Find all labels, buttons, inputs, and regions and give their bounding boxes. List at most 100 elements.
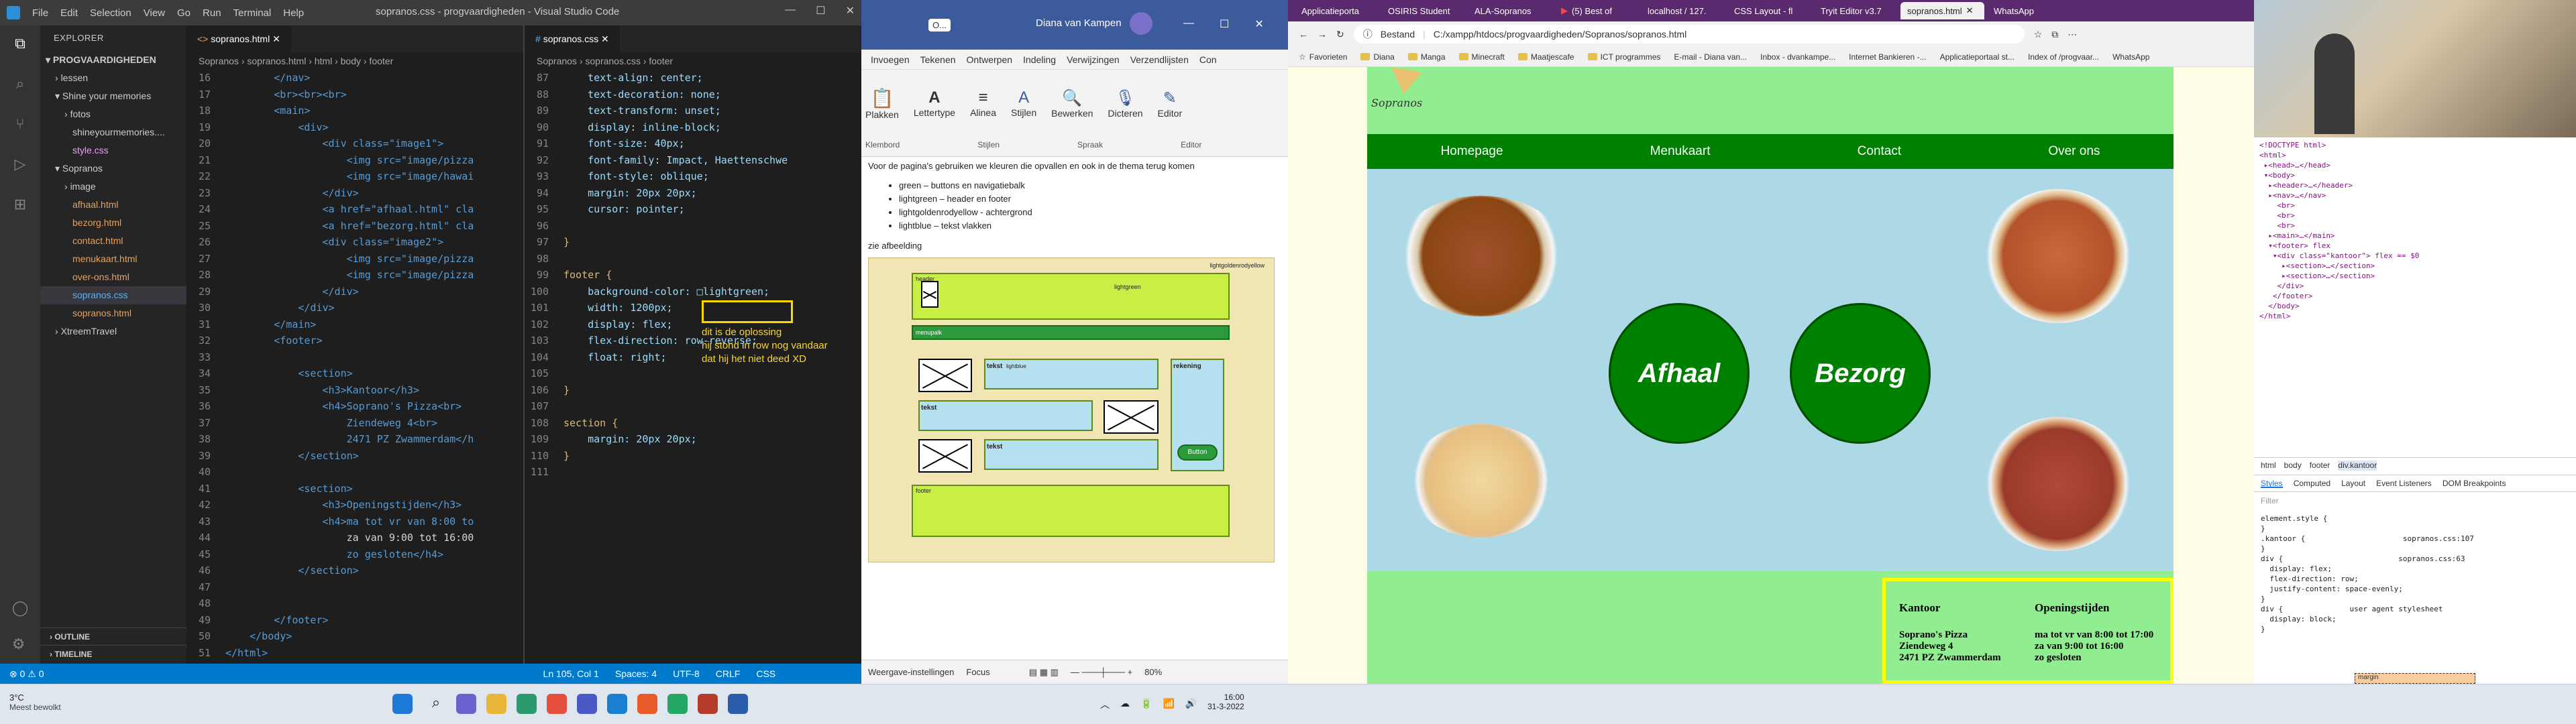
tab-computed[interactable]: Computed [2294, 479, 2330, 488]
tree-item-selected[interactable]: sopranos.css [40, 286, 186, 304]
code-line[interactable]: 26 <div class="image2"> [186, 234, 523, 251]
bookmark[interactable]: Inbox - dvankampe... [1760, 52, 1835, 62]
code-line[interactable]: 44 za van 9:00 tot 16:00 [186, 530, 523, 546]
vscode-icon[interactable] [607, 694, 627, 714]
code-line[interactable]: 43 <h4>ma tot vr van 8:00 to [186, 514, 523, 530]
encoding-status[interactable]: UTF-8 [673, 668, 700, 679]
browser-tab[interactable]: Tryit Editor v3.7 [1814, 2, 1898, 19]
code-line[interactable]: 89 text-transform: unset; [525, 103, 861, 119]
browser-tab[interactable]: WhatsApp [1987, 2, 2071, 19]
code-line[interactable]: 47 [186, 579, 523, 596]
code-line[interactable]: 91 font-size: 40px; [525, 135, 861, 152]
editor-button[interactable]: ✎ Editor [1158, 88, 1183, 119]
code-line[interactable]: 105 [525, 365, 861, 382]
tab-event-listeners[interactable]: Event Listeners [2376, 479, 2432, 488]
styles-filter-input[interactable]: Filter [2261, 496, 2462, 508]
paste-button[interactable]: 📋 Plakken [865, 87, 899, 120]
nav-homepage[interactable]: Homepage [1441, 144, 1503, 159]
bookmark[interactable]: Index of /progvaar... [2028, 52, 2099, 62]
code-line[interactable]: 34 <section> [186, 365, 523, 382]
code-line[interactable]: 50 </body> [186, 628, 523, 645]
code-line[interactable]: 92 font-family: Impact, Haettenschwe [525, 152, 861, 169]
code-line[interactable]: 106} [525, 382, 861, 399]
code-line[interactable]: 19 <div> [186, 119, 523, 136]
tree-item[interactable]: bezorg.html [40, 214, 186, 232]
code-line[interactable]: 96 [525, 218, 861, 235]
code-line[interactable]: 16 </nav> [186, 70, 523, 86]
tree-item[interactable]: › image [40, 178, 186, 196]
code-line[interactable]: 23 </div> [186, 185, 523, 202]
tab-ontwerpen[interactable]: Ontwerpen [967, 54, 1012, 65]
code-line[interactable]: 35 <h3>Kantoor</h3> [186, 382, 523, 399]
code-line[interactable]: 94 margin: 20px 20px; [525, 185, 861, 202]
code-line[interactable]: 109 margin: 20px 20px; [525, 431, 861, 448]
code-line[interactable]: 46 </section> [186, 562, 523, 579]
outline-section[interactable]: › OUTLINE [40, 627, 186, 645]
code-line[interactable]: 97} [525, 234, 861, 251]
extensions-icon[interactable]: ⊞ [14, 196, 26, 213]
code-line[interactable]: 33 [186, 349, 523, 366]
settings-gear-icon[interactable]: ⚙ [12, 636, 29, 653]
code-line[interactable]: 45 zo gesloten</h4> [186, 546, 523, 563]
code-line[interactable]: 40 [186, 464, 523, 481]
dom-tree[interactable]: <!DOCTYPE html> <html> ▸<head>…</head> ▾… [2254, 137, 2576, 452]
menu-file[interactable]: File [32, 7, 48, 19]
code-line[interactable]: 108 section { [525, 415, 861, 432]
bookmark[interactable]: Diana [1360, 52, 1395, 62]
refresh-icon[interactable]: ↻ [1336, 29, 1344, 40]
bookmark[interactable]: WhatsApp [2112, 52, 2149, 62]
tree-item[interactable]: › fotos [40, 105, 186, 123]
tab-tekenen[interactable]: Tekenen [920, 54, 956, 65]
tab-verzendlijsten[interactable]: Verzendlijsten [1130, 54, 1189, 65]
bookmark[interactable]: Maatjescafe [1517, 52, 1574, 62]
language-status[interactable]: CSS [756, 668, 775, 679]
bookmark[interactable]: Internet Bankieren -... [1849, 52, 1926, 62]
close-icon[interactable]: ✕ [846, 4, 855, 17]
code-line[interactable]: 21 <img src="image/pizza [186, 152, 523, 169]
browser-tab[interactable]: ▶ (5) Best of [1554, 2, 1638, 19]
edit-button[interactable]: 🔍 Bewerken [1051, 88, 1093, 119]
crumb-selected[interactable]: div.kantoor [2338, 461, 2377, 471]
code-line[interactable]: 99 footer { [525, 267, 861, 284]
menu-selection[interactable]: Selection [90, 7, 131, 19]
browser-tab[interactable]: CSS Layout - fl [1727, 2, 1811, 19]
code-line[interactable]: 29 </div> [186, 284, 523, 300]
search-icon[interactable]: ⌕ [16, 75, 24, 93]
code-line[interactable]: 49 </footer> [186, 612, 523, 629]
code-line[interactable]: 93 font-style: oblique; [525, 168, 861, 185]
teams-icon[interactable] [456, 694, 476, 714]
code-line[interactable]: 95 cursor: pointer; [525, 201, 861, 218]
whatsapp-icon[interactable] [667, 694, 688, 714]
code-line[interactable]: 42 <h3>Openingstijden</h3> [186, 497, 523, 514]
nav-menukaart[interactable]: Menukaart [1650, 144, 1711, 159]
code-line[interactable]: 30 </div> [186, 300, 523, 316]
tree-item[interactable]: style.css [40, 141, 186, 160]
xampp-icon[interactable] [637, 694, 657, 714]
address-bar[interactable]: ⓘ Bestand | C:/xampp/htdocs/progvaardigh… [1353, 25, 2025, 44]
source-control-icon[interactable]: ⑂ [15, 115, 24, 133]
problems-status[interactable]: ⊗ 0 ⚠ 0 [9, 668, 44, 680]
focus-button[interactable]: Focus [966, 667, 989, 677]
maximize-icon[interactable]: ☐ [1220, 17, 1229, 31]
bezorg-button[interactable]: Bezorg [1790, 303, 1931, 444]
tab-sopranos-css[interactable]: # sopranos.css ✕ [525, 25, 621, 52]
tab-styles[interactable]: Styles [2261, 479, 2283, 488]
tab-dom-breakpoints[interactable]: DOM Breakpoints [2443, 479, 2506, 488]
clock[interactable]: 16:00 31-3-2022 [1208, 692, 1244, 711]
crumb[interactable]: body [2284, 461, 2302, 471]
font-button[interactable]: A Lettertype [914, 88, 955, 118]
tab-verwijzingen[interactable]: Verwijzingen [1067, 54, 1120, 65]
edge-icon[interactable] [517, 694, 537, 714]
timeline-section[interactable]: › TIMELINE [40, 645, 186, 662]
code-line[interactable]: 98 [525, 251, 861, 267]
bookmark[interactable]: E-mail - Diana van... [1674, 52, 1747, 62]
tree-item[interactable]: shineyourmemories.... [40, 123, 186, 141]
code-line[interactable]: 100 background-color: □lightgreen; [525, 284, 861, 300]
nav-contact[interactable]: Contact [1858, 144, 1901, 159]
browser-tab[interactable]: localhost / 127. [1641, 2, 1725, 19]
workspace-root[interactable]: ▾ PROGVAARDIGHEDEN [40, 51, 186, 69]
bookmark[interactable]: ICT programmes [1587, 52, 1660, 62]
zoom-level[interactable]: 80% [1144, 667, 1162, 677]
code-line[interactable]: 28 <img src="image/pizza [186, 267, 523, 284]
nav-over-ons[interactable]: Over ons [2048, 144, 2100, 159]
